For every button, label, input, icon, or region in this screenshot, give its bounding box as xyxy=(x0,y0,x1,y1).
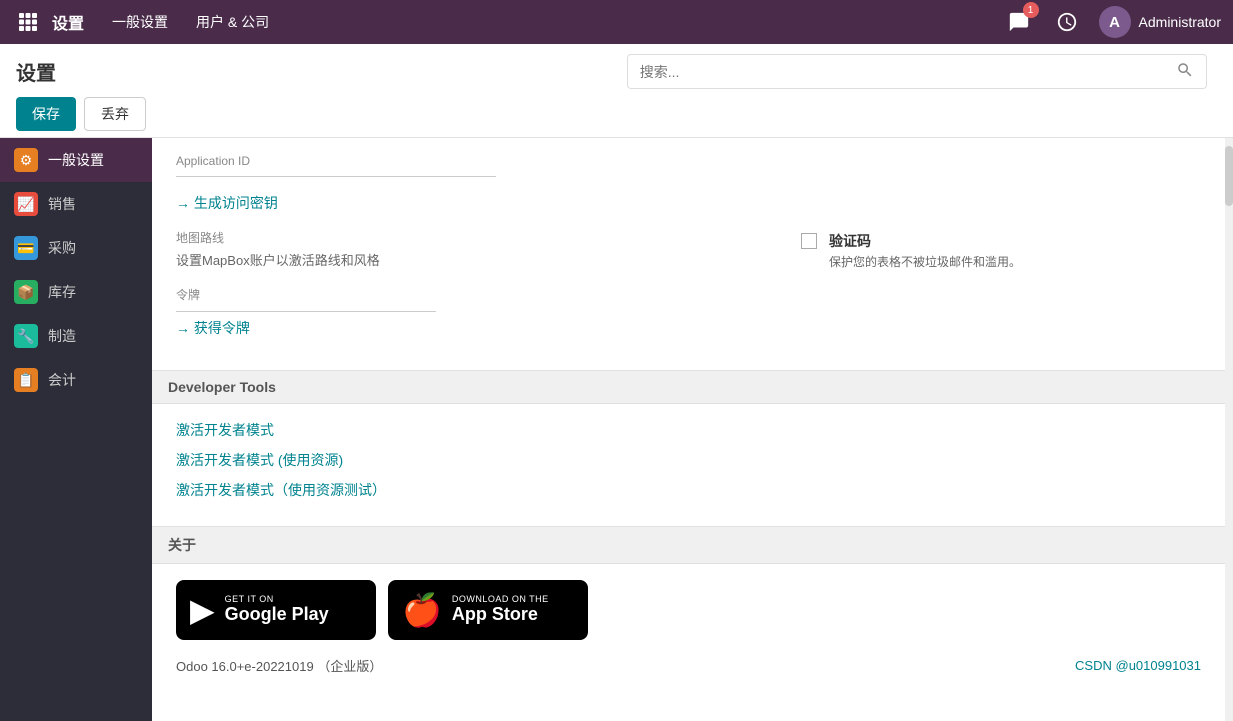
developer-tools-section: 激活开发者模式 激活开发者模式 (使用资源) 激活开发者模式（使用资源测试） xyxy=(152,404,1225,526)
version-text: Odoo 16.0+e-20221019 （企业版） xyxy=(176,656,382,675)
activate-dev-mode-assets-link[interactable]: 激活开发者模式 (使用资源) xyxy=(176,450,1201,470)
generate-key-link[interactable]: → 生成访问密钥 xyxy=(176,193,1201,213)
map-route-row: 地图路线 设置MapBox账户以激活路线和风格 验证码 保护您的表格不被垃圾邮件… xyxy=(176,229,1201,270)
captcha-desc: 保护您的表格不被垃圾邮件和滥用。 xyxy=(829,253,1201,270)
apple-icon: 🍎 xyxy=(402,591,442,629)
developer-tools-section-header: Developer Tools xyxy=(152,370,1225,404)
sidebar-label-sales: 销售 xyxy=(48,194,76,214)
google-play-icon: ▶ xyxy=(190,591,215,629)
sales-icon: 📈 xyxy=(14,192,38,216)
scroll-thumb xyxy=(1225,146,1233,206)
sidebar-label-purchase: 采购 xyxy=(48,238,76,258)
sidebar-label-manufacturing: 制造 xyxy=(48,326,76,346)
map-route-field: 地图路线 设置MapBox账户以激活路线和风格 xyxy=(176,229,777,269)
nav-general[interactable]: 一般设置 xyxy=(100,6,180,38)
application-id-label: Application ID xyxy=(176,154,1201,168)
sidebar-label-accounting: 会计 xyxy=(48,370,76,390)
search-icon[interactable] xyxy=(1176,61,1194,82)
sidebar: ⚙ 一般设置 📈 销售 💳 采购 📦 库存 🔧 制造 📋 会计 xyxy=(0,138,152,721)
sidebar-label-general: 一般设置 xyxy=(48,150,104,170)
discard-button[interactable]: 丢弃 xyxy=(84,97,146,131)
application-id-field: Application ID xyxy=(176,154,1201,177)
map-route-label: 地图路线 xyxy=(176,229,777,246)
chat-icon-btn[interactable]: 1 xyxy=(1003,6,1035,38)
captcha-group: 验证码 保护您的表格不被垃圾邮件和滥用。 xyxy=(829,231,1201,270)
chat-badge: 1 xyxy=(1023,2,1039,18)
get-token-link[interactable]: → 获得令牌 xyxy=(176,318,1201,338)
sidebar-item-general[interactable]: ⚙ 一般设置 xyxy=(0,138,152,182)
search-bar-wrapper xyxy=(617,54,1218,89)
activate-dev-mode-link[interactable]: 激活开发者模式 xyxy=(176,420,1201,440)
search-bar-container xyxy=(627,54,1207,89)
page-header: 设置 保存 丢弃 xyxy=(0,44,1233,138)
version-row: Odoo 16.0+e-20221019 （企业版） CSDN @u010991… xyxy=(176,656,1201,675)
form-section-integrations: Application ID → 生成访问密钥 地图路线 设置MapBox账户以… xyxy=(152,138,1225,370)
manufacturing-icon: 🔧 xyxy=(14,324,38,348)
google-play-text: GET IT ON Google Play xyxy=(225,594,329,626)
sidebar-item-manufacturing[interactable]: 🔧 制造 xyxy=(0,314,152,358)
save-button[interactable]: 保存 xyxy=(16,97,76,131)
map-route-desc: 设置MapBox账户以激活路线和风格 xyxy=(176,250,777,269)
user-menu[interactable]: A Administrator xyxy=(1099,6,1221,38)
captcha-checkbox[interactable] xyxy=(801,233,817,249)
main-content: Application ID → 生成访问密钥 地图路线 设置MapBox账户以… xyxy=(152,138,1225,721)
captcha-label: 验证码 xyxy=(829,231,1201,251)
clock-icon-btn[interactable] xyxy=(1051,6,1083,38)
sidebar-label-inventory: 库存 xyxy=(48,282,76,302)
about-section: ▶ GET IT ON Google Play 🍎 Download on th… xyxy=(152,564,1225,691)
sidebar-item-inventory[interactable]: 📦 库存 xyxy=(0,270,152,314)
main-wrapper: Application ID → 生成访问密钥 地图路线 设置MapBox账户以… xyxy=(152,138,1233,721)
main-layout: ⚙ 一般设置 📈 销售 💳 采购 📦 库存 🔧 制造 📋 会计 xyxy=(0,138,1233,721)
scrollbar[interactable] xyxy=(1225,138,1233,721)
sidebar-item-accounting[interactable]: 📋 会计 xyxy=(0,358,152,402)
apps-icon[interactable] xyxy=(12,6,44,38)
application-id-row: Application ID xyxy=(176,154,1201,177)
username: Administrator xyxy=(1139,14,1221,30)
csdn-link[interactable]: CSDN @u010991031 xyxy=(1075,658,1201,673)
search-input[interactable] xyxy=(640,64,1176,80)
page-title: 设置 xyxy=(16,57,617,86)
accounting-icon: 📋 xyxy=(14,368,38,392)
inventory-icon: 📦 xyxy=(14,280,38,304)
topbar-right: 1 A Administrator xyxy=(1003,6,1221,38)
sidebar-item-sales[interactable]: 📈 销售 xyxy=(0,182,152,226)
topbar-title: 设置 xyxy=(52,10,84,34)
topbar: 设置 一般设置 用户 & 公司 1 A Administrator xyxy=(0,0,1233,44)
avatar: A xyxy=(1099,6,1131,38)
nav-users[interactable]: 用户 & 公司 xyxy=(184,6,281,38)
app-store-text: Download on the App Store xyxy=(452,594,549,626)
page-actions: 保存 丢弃 xyxy=(16,97,1217,139)
app-store-badge[interactable]: 🍎 Download on the App Store xyxy=(388,580,588,640)
token-label: 令牌 xyxy=(176,286,1201,303)
topbar-nav: 一般设置 用户 & 公司 xyxy=(100,6,281,38)
sidebar-item-purchase[interactable]: 💳 采购 xyxy=(0,226,152,270)
about-section-header: 关于 xyxy=(152,526,1225,564)
general-icon: ⚙ xyxy=(14,148,38,172)
activate-dev-mode-tests-link[interactable]: 激活开发者模式（使用资源测试） xyxy=(176,480,1201,500)
google-play-badge[interactable]: ▶ GET IT ON Google Play xyxy=(176,580,376,640)
store-badges: ▶ GET IT ON Google Play 🍎 Download on th… xyxy=(176,580,1201,640)
purchase-icon: 💳 xyxy=(14,236,38,260)
